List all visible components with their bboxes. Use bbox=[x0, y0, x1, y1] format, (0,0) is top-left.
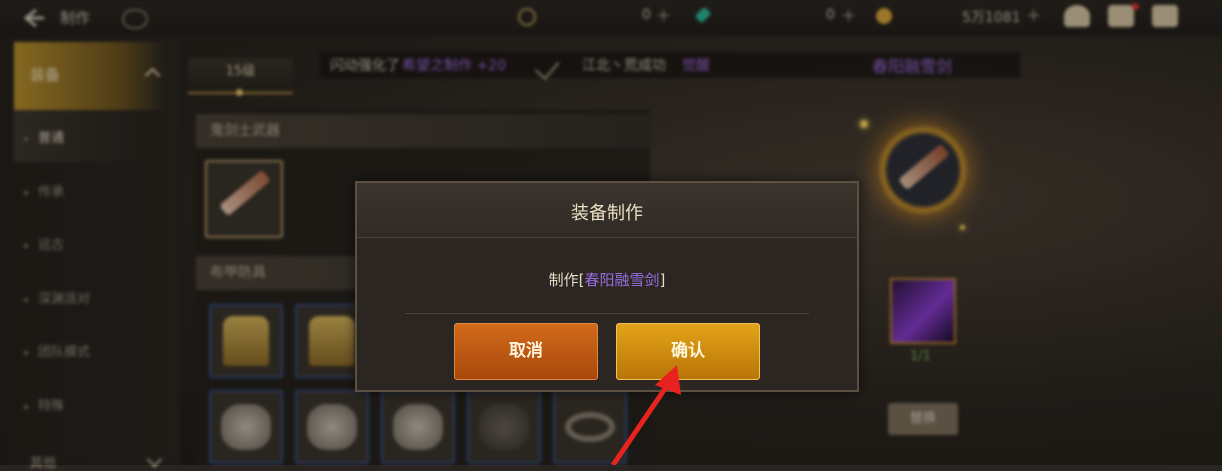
cancel-button[interactable]: 取消 bbox=[454, 323, 598, 380]
red-arrow-annotation bbox=[610, 365, 681, 465]
dialog-divider bbox=[405, 313, 809, 314]
dialog-title: 装备制作 bbox=[571, 203, 643, 224]
dialog-item-name: 春阳融雪剑 bbox=[584, 271, 660, 289]
dialog-message: 制作[春阳融雪剑] bbox=[548, 271, 666, 289]
